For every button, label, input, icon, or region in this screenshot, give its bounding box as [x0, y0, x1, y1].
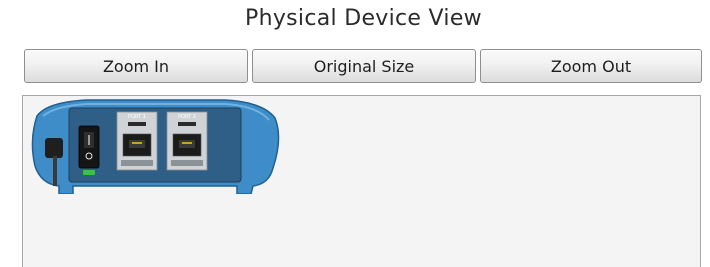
- zoom-toolbar: Zoom In Original Size Zoom Out: [24, 49, 702, 85]
- zoom-out-button[interactable]: Zoom Out: [480, 49, 702, 83]
- port-1-label: PORT 1: [128, 114, 146, 120]
- power-led: [83, 170, 95, 175]
- physical-device-view-panel: Physical Device View Zoom In Original Si…: [0, 0, 710, 267]
- page-title: Physical Device View: [245, 6, 482, 31]
- ethernet-port-1: PORT 1: [116, 111, 158, 171]
- power-switch: [78, 125, 100, 175]
- zoom-in-button[interactable]: Zoom In: [24, 49, 248, 83]
- device-image[interactable]: PORT 1 PORT 2: [25, 98, 283, 194]
- port-2-label: PORT 2: [178, 114, 196, 120]
- ethernet-port-2: PORT 2: [166, 111, 208, 171]
- original-size-button[interactable]: Original Size: [252, 49, 476, 83]
- device-canvas[interactable]: PORT 1 PORT 2: [22, 95, 701, 267]
